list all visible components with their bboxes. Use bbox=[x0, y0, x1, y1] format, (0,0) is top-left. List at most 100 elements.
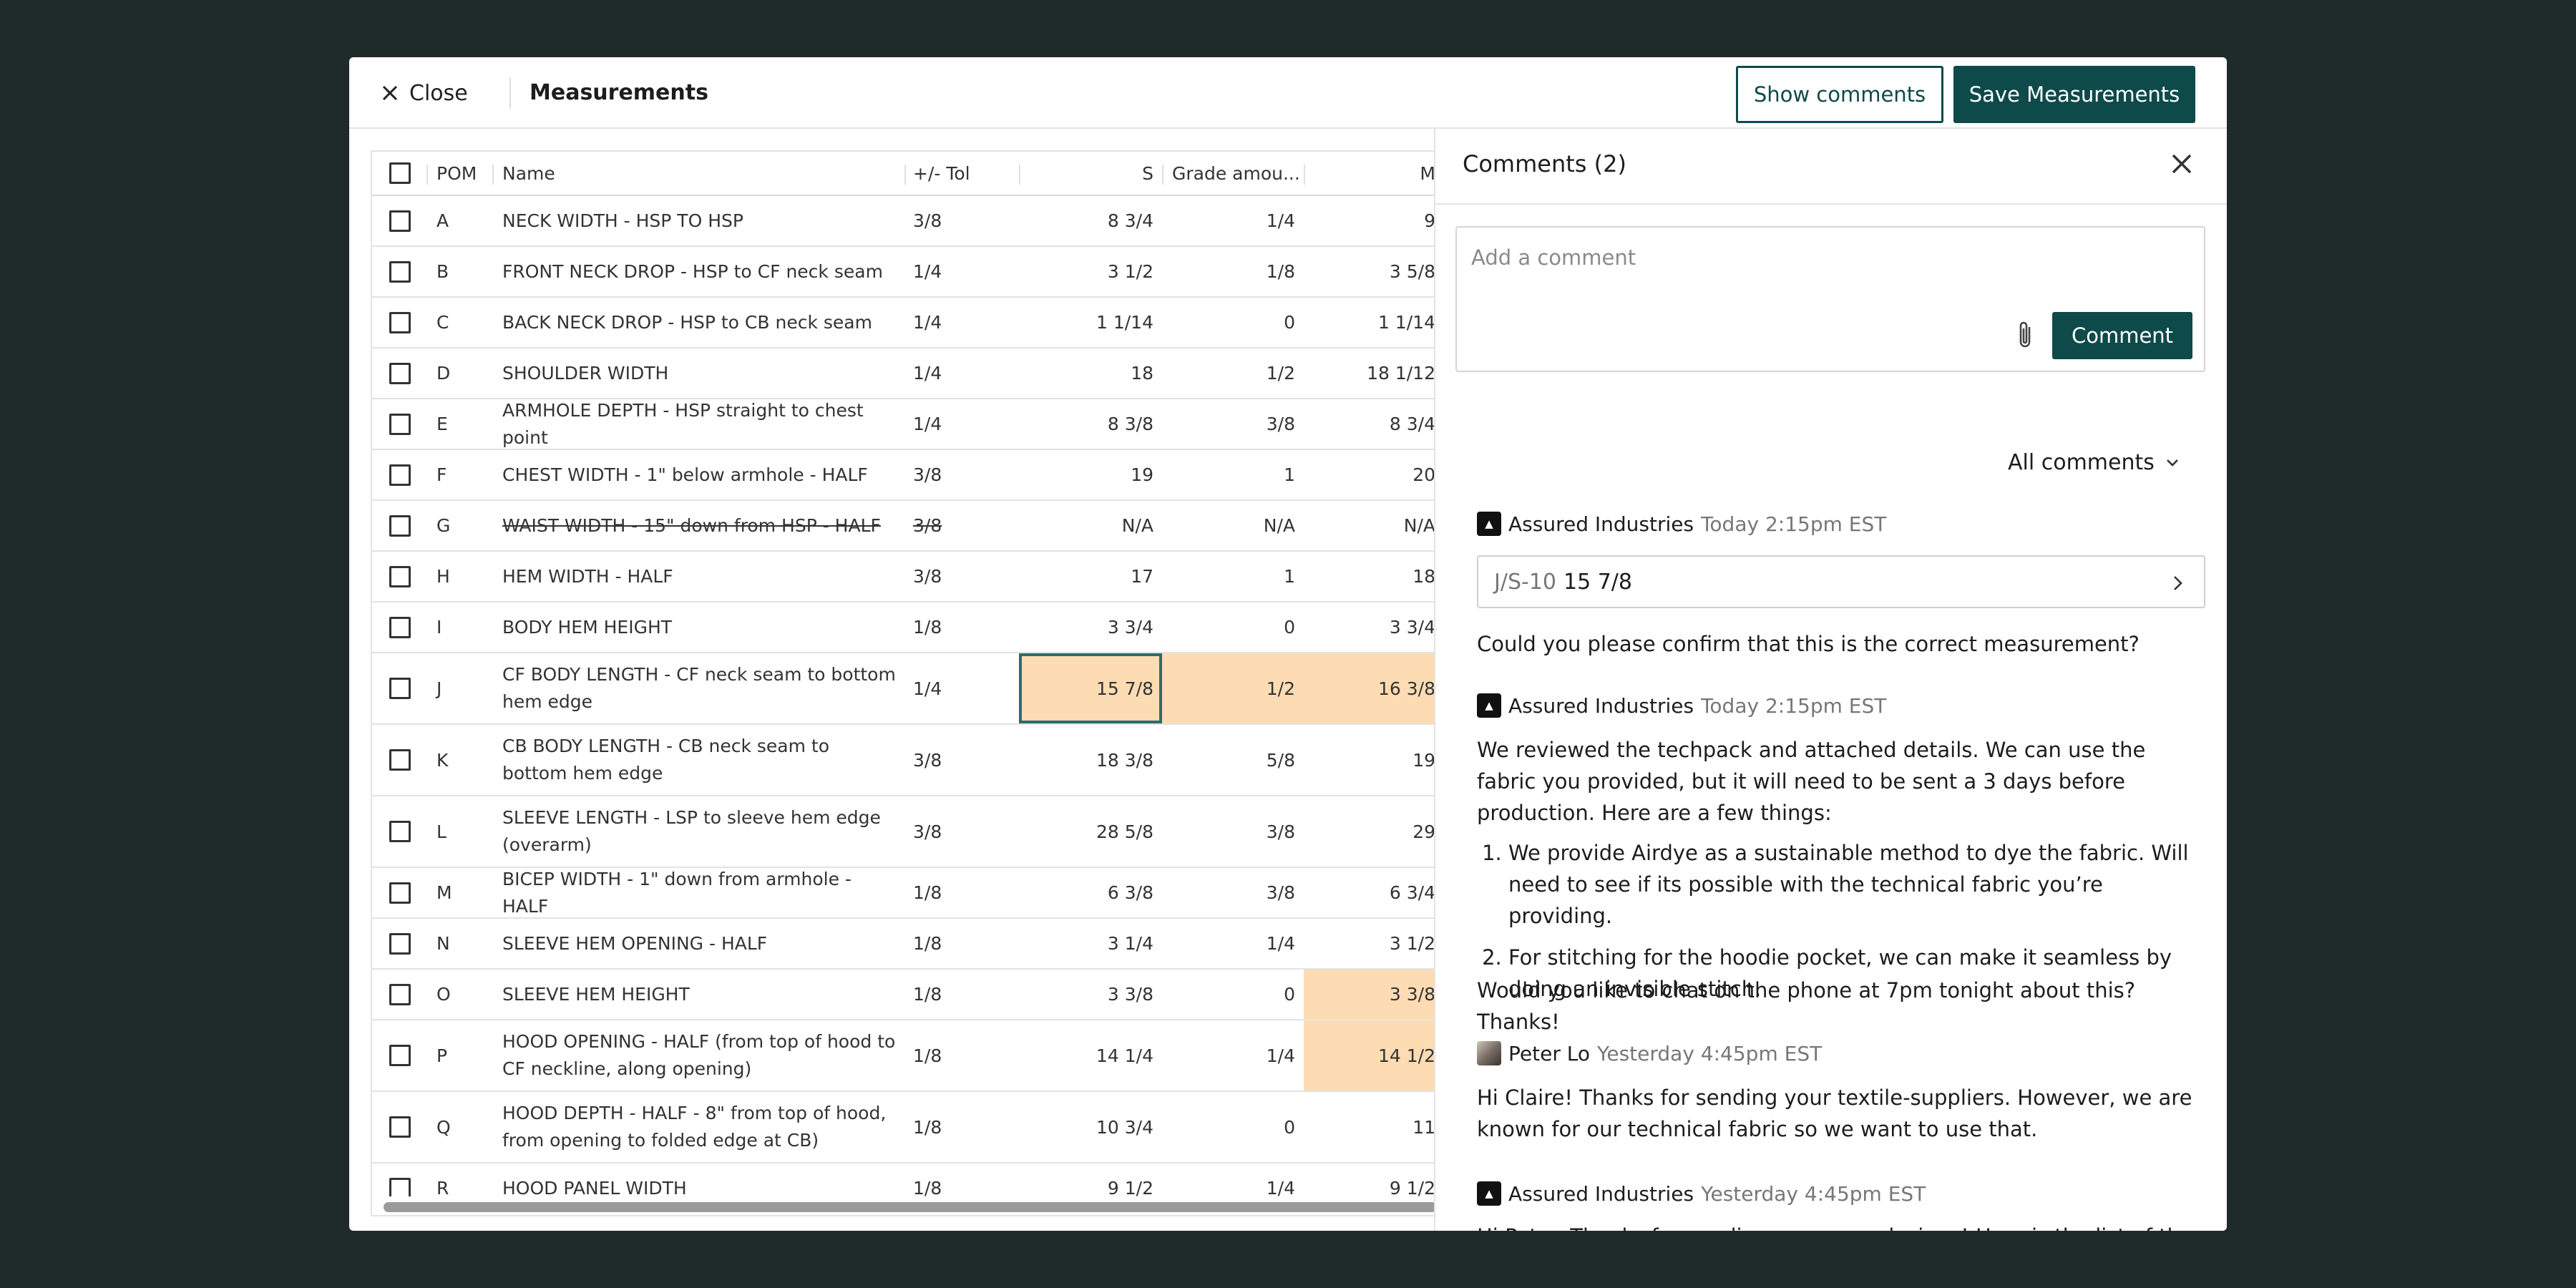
size-m-cell[interactable]: 29 bbox=[1304, 796, 1435, 867]
size-m-cell[interactable]: 18 1/12 bbox=[1304, 348, 1435, 398]
size-m-cell[interactable]: 8 3/4 bbox=[1304, 399, 1435, 449]
pom-cell[interactable]: P bbox=[428, 1020, 494, 1091]
tol-cell[interactable]: 3/8 bbox=[904, 796, 1019, 867]
table-row[interactable]: F CHEST WIDTH - 1" below armhole - HALF 3/… bbox=[372, 450, 1435, 501]
grade-cell[interactable]: 1 bbox=[1162, 450, 1304, 499]
pom-cell[interactable]: L bbox=[428, 796, 494, 867]
row-checkbox[interactable] bbox=[389, 1177, 411, 1199]
row-checkbox[interactable] bbox=[389, 514, 411, 537]
size-s-cell[interactable]: 8 3/8 bbox=[1019, 399, 1162, 449]
pom-cell[interactable]: E bbox=[428, 399, 494, 449]
size-s-cell[interactable]: 19 bbox=[1019, 450, 1162, 499]
name-cell[interactable]: HOOD DEPTH - HALF - 8" from top of hood,… bbox=[494, 1092, 904, 1162]
table-row[interactable]: G WAIST WIDTH - 15" down from HSP - HALF 3… bbox=[372, 501, 1435, 552]
size-s-cell[interactable]: 10 3/4 bbox=[1019, 1092, 1162, 1162]
tol-cell[interactable]: 1/4 bbox=[904, 348, 1019, 398]
size-s-cell[interactable]: 3 3/4 bbox=[1019, 602, 1162, 652]
size-s-cell[interactable]: 3 3/8 bbox=[1019, 970, 1162, 1019]
row-checkbox[interactable] bbox=[389, 678, 411, 699]
pom-cell[interactable]: J bbox=[428, 653, 494, 723]
row-checkbox[interactable] bbox=[389, 311, 411, 333]
tol-cell[interactable]: 3/8 bbox=[904, 450, 1019, 499]
table-row[interactable]: D SHOULDER WIDTH 1/4 18 1/2 18 1/12 bbox=[372, 348, 1435, 399]
name-cell[interactable]: SHOULDER WIDTH bbox=[494, 348, 904, 398]
row-checkbox[interactable] bbox=[389, 362, 411, 384]
grade-cell[interactable]: 0 bbox=[1162, 970, 1304, 1019]
table-row[interactable]: J CF BODY LENGTH - CF neck seam to bottom… bbox=[372, 653, 1435, 725]
comments-filter-dropdown[interactable]: All comments bbox=[2008, 448, 2180, 477]
row-checkbox[interactable] bbox=[389, 932, 411, 955]
name-cell[interactable]: BACK NECK DROP - HSP to CB neck seam bbox=[494, 298, 904, 347]
name-cell[interactable]: SLEEVE HEM OPENING - HALF bbox=[494, 919, 904, 968]
grade-cell[interactable]: 3/8 bbox=[1162, 399, 1304, 449]
show-comments-button[interactable]: Show comments bbox=[1736, 66, 1943, 123]
column-header-s[interactable]: S bbox=[1019, 152, 1162, 195]
size-m-cell[interactable]: 16 3/8 bbox=[1304, 653, 1435, 723]
tol-cell[interactable]: 1/4 bbox=[904, 247, 1019, 296]
table-row[interactable]: I BODY HEM HEIGHT 1/8 3 3/4 0 3 3/4 bbox=[372, 602, 1435, 653]
name-cell[interactable]: CB BODY LENGTH - CB neck seam to bottom … bbox=[494, 725, 904, 795]
pom-cell[interactable]: M bbox=[428, 868, 494, 917]
grade-cell[interactable]: N/A bbox=[1162, 501, 1304, 550]
row-checkbox[interactable] bbox=[389, 210, 411, 232]
horizontal-scrollbar[interactable] bbox=[372, 1196, 1435, 1215]
size-m-cell[interactable]: 3 3/4 bbox=[1304, 602, 1435, 652]
pom-cell[interactable]: D bbox=[428, 348, 494, 398]
size-m-cell[interactable]: 1 1/14 bbox=[1304, 298, 1435, 347]
grade-cell[interactable]: 0 bbox=[1162, 298, 1304, 347]
table-row[interactable]: C BACK NECK DROP - HSP to CB neck seam 1/4… bbox=[372, 298, 1435, 348]
size-m-cell[interactable]: 3 1/2 bbox=[1304, 919, 1435, 968]
row-checkbox[interactable] bbox=[389, 616, 411, 638]
size-s-cell[interactable]: N/A bbox=[1019, 501, 1162, 550]
tol-cell[interactable]: 1/8 bbox=[904, 1020, 1019, 1091]
tol-cell[interactable]: 1/8 bbox=[904, 919, 1019, 968]
size-m-cell[interactable]: 3 3/8 bbox=[1304, 970, 1435, 1019]
name-cell[interactable]: HOOD OPENING - HALF (from top of hood to… bbox=[494, 1020, 904, 1091]
row-checkbox[interactable] bbox=[389, 983, 411, 1005]
pom-cell[interactable]: G bbox=[428, 501, 494, 550]
row-checkbox[interactable] bbox=[389, 821, 411, 842]
size-s-cell[interactable]: 17 bbox=[1019, 552, 1162, 601]
name-cell[interactable]: HEM WIDTH - HALF bbox=[494, 552, 904, 601]
tol-cell[interactable]: 1/4 bbox=[904, 399, 1019, 449]
size-m-cell[interactable]: 3 5/8 bbox=[1304, 247, 1435, 296]
pom-cell[interactable]: I bbox=[428, 602, 494, 652]
row-checkbox[interactable] bbox=[389, 413, 411, 435]
table-row[interactable]: M BICEP WIDTH - 1" down from armhole - HA… bbox=[372, 868, 1435, 919]
tol-cell[interactable]: 3/8 bbox=[904, 552, 1019, 601]
grade-cell[interactable]: 1/4 bbox=[1162, 919, 1304, 968]
grade-cell[interactable]: 1/4 bbox=[1162, 196, 1304, 245]
size-m-cell[interactable]: 11 bbox=[1304, 1092, 1435, 1162]
size-m-cell[interactable]: 9 bbox=[1304, 196, 1435, 245]
tol-cell[interactable]: 1/4 bbox=[904, 653, 1019, 723]
grade-cell[interactable]: 1/8 bbox=[1162, 247, 1304, 296]
size-s-cell[interactable]: 8 3/4 bbox=[1019, 196, 1162, 245]
size-s-cell[interactable]: 3 1/4 bbox=[1019, 919, 1162, 968]
row-checkbox[interactable] bbox=[389, 1116, 411, 1138]
name-cell[interactable]: FRONT NECK DROP - HSP to CF neck seam bbox=[494, 247, 904, 296]
column-header-pom[interactable]: POM bbox=[428, 152, 494, 195]
size-s-cell[interactable]: 3 1/2 bbox=[1019, 247, 1162, 296]
table-row[interactable]: P HOOD OPENING - HALF (from top of hood t… bbox=[372, 1020, 1435, 1092]
size-s-cell[interactable]: 6 3/8 bbox=[1019, 868, 1162, 917]
name-cell[interactable]: BICEP WIDTH - 1" down from armhole - HAL… bbox=[494, 868, 904, 917]
size-s-cell[interactable]: 14 1/4 bbox=[1019, 1020, 1162, 1091]
table-row[interactable]: E ARMHOLE DEPTH - HSP straight to chest p… bbox=[372, 399, 1435, 450]
table-row[interactable]: A NECK WIDTH - HSP TO HSP 3/8 8 3/4 1/4 9 bbox=[372, 196, 1435, 247]
pom-cell[interactable]: Q bbox=[428, 1092, 494, 1162]
size-m-cell[interactable]: 20 bbox=[1304, 450, 1435, 499]
size-s-cell[interactable]: 18 3/8 bbox=[1019, 725, 1162, 795]
pom-cell[interactable]: N bbox=[428, 919, 494, 968]
size-s-cell[interactable]: 1 1/14 bbox=[1019, 298, 1162, 347]
grade-cell[interactable]: 5/8 bbox=[1162, 725, 1304, 795]
size-m-cell[interactable]: 14 1/2 bbox=[1304, 1020, 1435, 1091]
grade-cell[interactable]: 1/4 bbox=[1162, 1020, 1304, 1091]
comment-submit-button[interactable]: Comment bbox=[2052, 312, 2192, 359]
tol-cell[interactable]: 1/8 bbox=[904, 868, 1019, 917]
grade-cell[interactable]: 3/8 bbox=[1162, 868, 1304, 917]
pom-cell[interactable]: H bbox=[428, 552, 494, 601]
row-checkbox[interactable] bbox=[389, 565, 411, 587]
size-m-cell[interactable]: 6 3/4 bbox=[1304, 868, 1435, 917]
name-cell[interactable]: WAIST WIDTH - 15" down from HSP - HALF bbox=[494, 501, 904, 550]
table-row[interactable]: N SLEEVE HEM OPENING - HALF 1/8 3 1/4 1/4 3 1… bbox=[372, 919, 1435, 970]
